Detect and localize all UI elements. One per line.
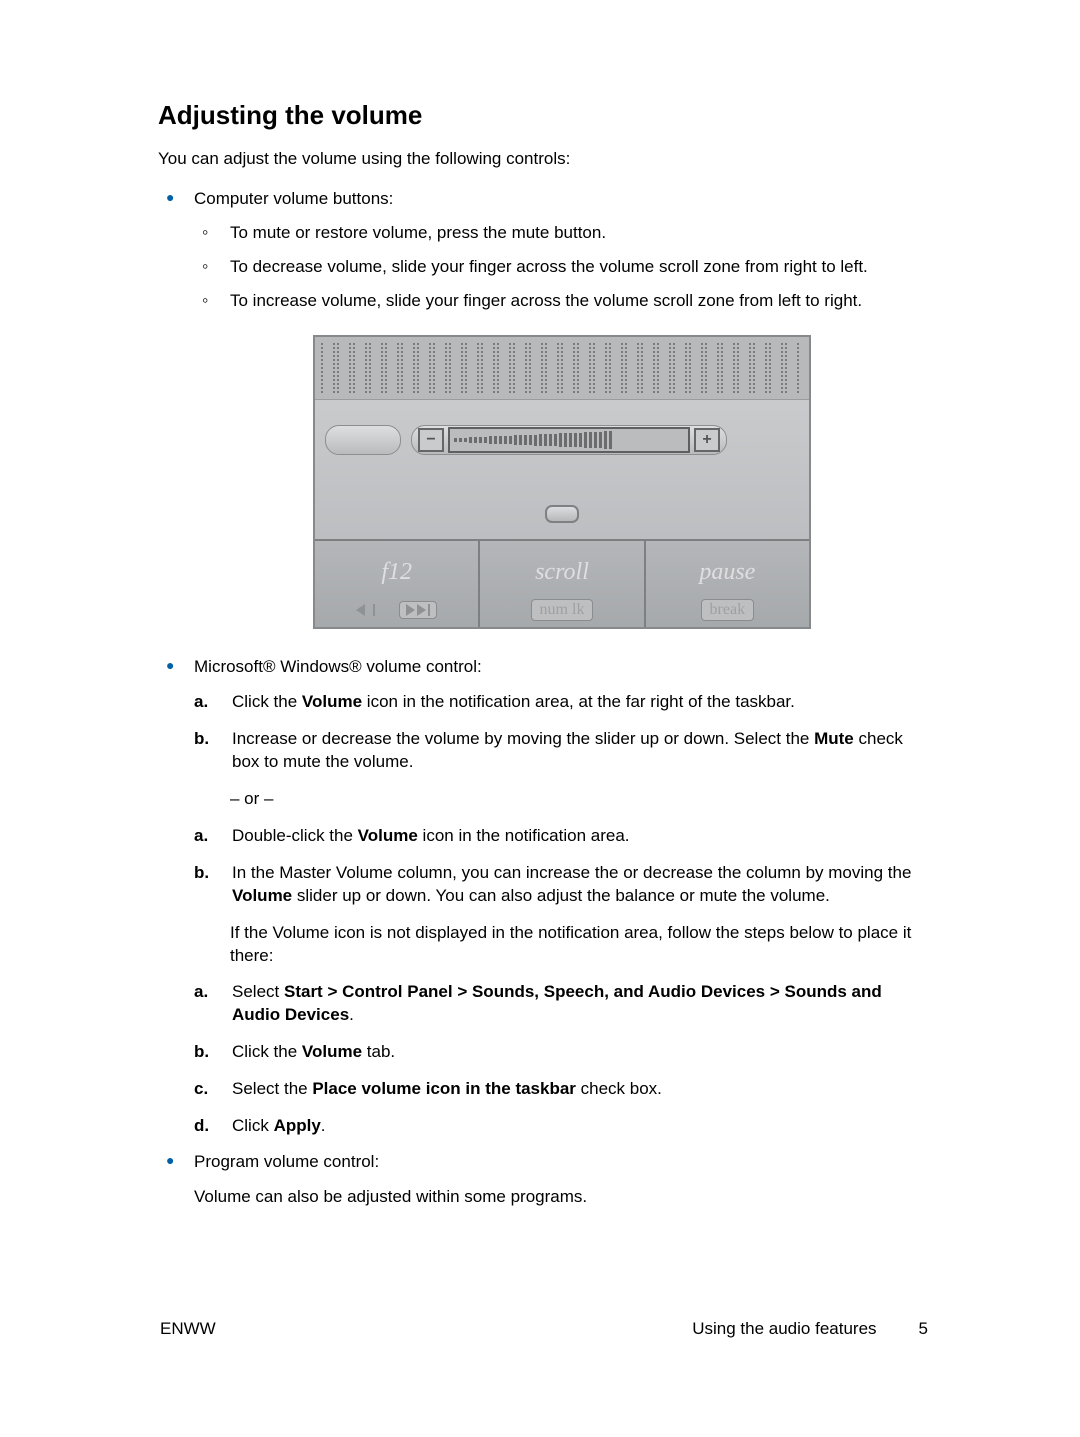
speaker-grille: // placeholder; columns generated below … [315, 337, 809, 400]
footer-right: Using the audio features 5 [692, 1319, 928, 1339]
page-title: Adjusting the volume [158, 100, 930, 131]
step-b: b. Click the Volume tab. [194, 1041, 930, 1064]
minus-icon: − [418, 428, 444, 452]
sub-item: To mute or restore volume, press the mut… [194, 223, 930, 243]
list-marker: d. [194, 1115, 209, 1138]
key-scroll: scroll num lk [480, 541, 645, 627]
plus-icon: + [694, 428, 720, 452]
bullet-heading: Program volume control: [194, 1152, 379, 1171]
list-marker: a. [194, 825, 208, 848]
sub-block: Volume can also be adjusted within some … [194, 1186, 930, 1209]
main-bullet-list: Computer volume buttons: To mute or rest… [158, 189, 930, 1209]
volume-scroll-zone: − + [411, 425, 727, 455]
bullet-program-control: Program volume control: Volume can also … [158, 1152, 930, 1209]
sub-block: If the Volume icon is not displayed in t… [194, 922, 930, 968]
step-a: a. Select Start > Control Panel > Sounds… [194, 981, 930, 1027]
step-a: a. Click the Volume icon in the notifica… [194, 691, 930, 714]
step-b: b. Increase or decrease the volume by mo… [194, 728, 930, 774]
list-marker: b. [194, 1041, 209, 1064]
bullet-windows-control: Microsoft® Windows® volume control: a. C… [158, 657, 930, 1138]
play-icon [417, 604, 426, 616]
control-row: − + [315, 421, 809, 459]
footer-page-number: 5 [919, 1319, 928, 1339]
key-label: f12 [315, 559, 478, 586]
list-marker: a. [194, 981, 208, 1004]
step-b: b. In the Master Volume column, you can … [194, 862, 930, 908]
document-page: Adjusting the volume You can adjust the … [0, 0, 1080, 1399]
body-text: Volume can also be adjusted within some … [194, 1186, 930, 1209]
prev-icon [356, 604, 365, 616]
key-sublabel: num lk [480, 599, 643, 621]
sub-item: To decrease volume, slide your finger ac… [194, 257, 930, 277]
sublist-computer-buttons: To mute or restore volume, press the mut… [194, 223, 930, 311]
illustration-container: // placeholder; columns generated below … [194, 335, 930, 629]
sub-block: – or – [194, 788, 930, 811]
step-c: c. Select the Place volume icon in the t… [194, 1078, 930, 1101]
bullet-computer-buttons: Computer volume buttons: To mute or rest… [158, 189, 930, 629]
latch-shape [545, 505, 579, 523]
key-label: scroll [480, 559, 643, 586]
key-pause: pause break [646, 541, 809, 627]
bar-icon [373, 604, 375, 616]
list-marker: b. [194, 728, 209, 751]
list-marker: b. [194, 862, 209, 885]
note-text: If the Volume icon is not displayed in t… [230, 922, 930, 968]
step-a: a. Double-click the Volume icon in the n… [194, 825, 930, 848]
key-label: pause [646, 559, 809, 586]
sub-item: To increase volume, slide your finger ac… [194, 291, 930, 311]
or-separator: – or – [230, 788, 930, 811]
mute-button-shape [325, 425, 401, 455]
bullet-heading: Microsoft® Windows® volume control: [194, 657, 482, 676]
key-media-icons [315, 601, 478, 621]
list-marker: a. [194, 691, 208, 714]
footer-section: Using the audio features [692, 1319, 876, 1339]
list-marker: c. [194, 1078, 208, 1101]
ordered-list-3: a. Select Start > Control Panel > Sounds… [194, 981, 930, 1138]
step-d: d. Click Apply. [194, 1115, 930, 1138]
keyboard-illustration: // placeholder; columns generated below … [313, 335, 811, 629]
play-icon [406, 604, 415, 616]
keys-row: f12 [315, 539, 809, 627]
ordered-list-1: a. Click the Volume icon in the notifica… [194, 691, 930, 774]
ordered-list-2: a. Double-click the Volume icon in the n… [194, 825, 930, 908]
key-f12: f12 [315, 541, 480, 627]
bar-icon [428, 604, 430, 616]
bullet-heading: Computer volume buttons: [194, 189, 393, 208]
scroll-ticks [448, 427, 690, 453]
key-sublabel: break [646, 599, 809, 621]
footer-left: ENWW [160, 1319, 216, 1339]
page-footer: ENWW Using the audio features 5 [158, 1319, 930, 1339]
intro-text: You can adjust the volume using the foll… [158, 149, 930, 169]
